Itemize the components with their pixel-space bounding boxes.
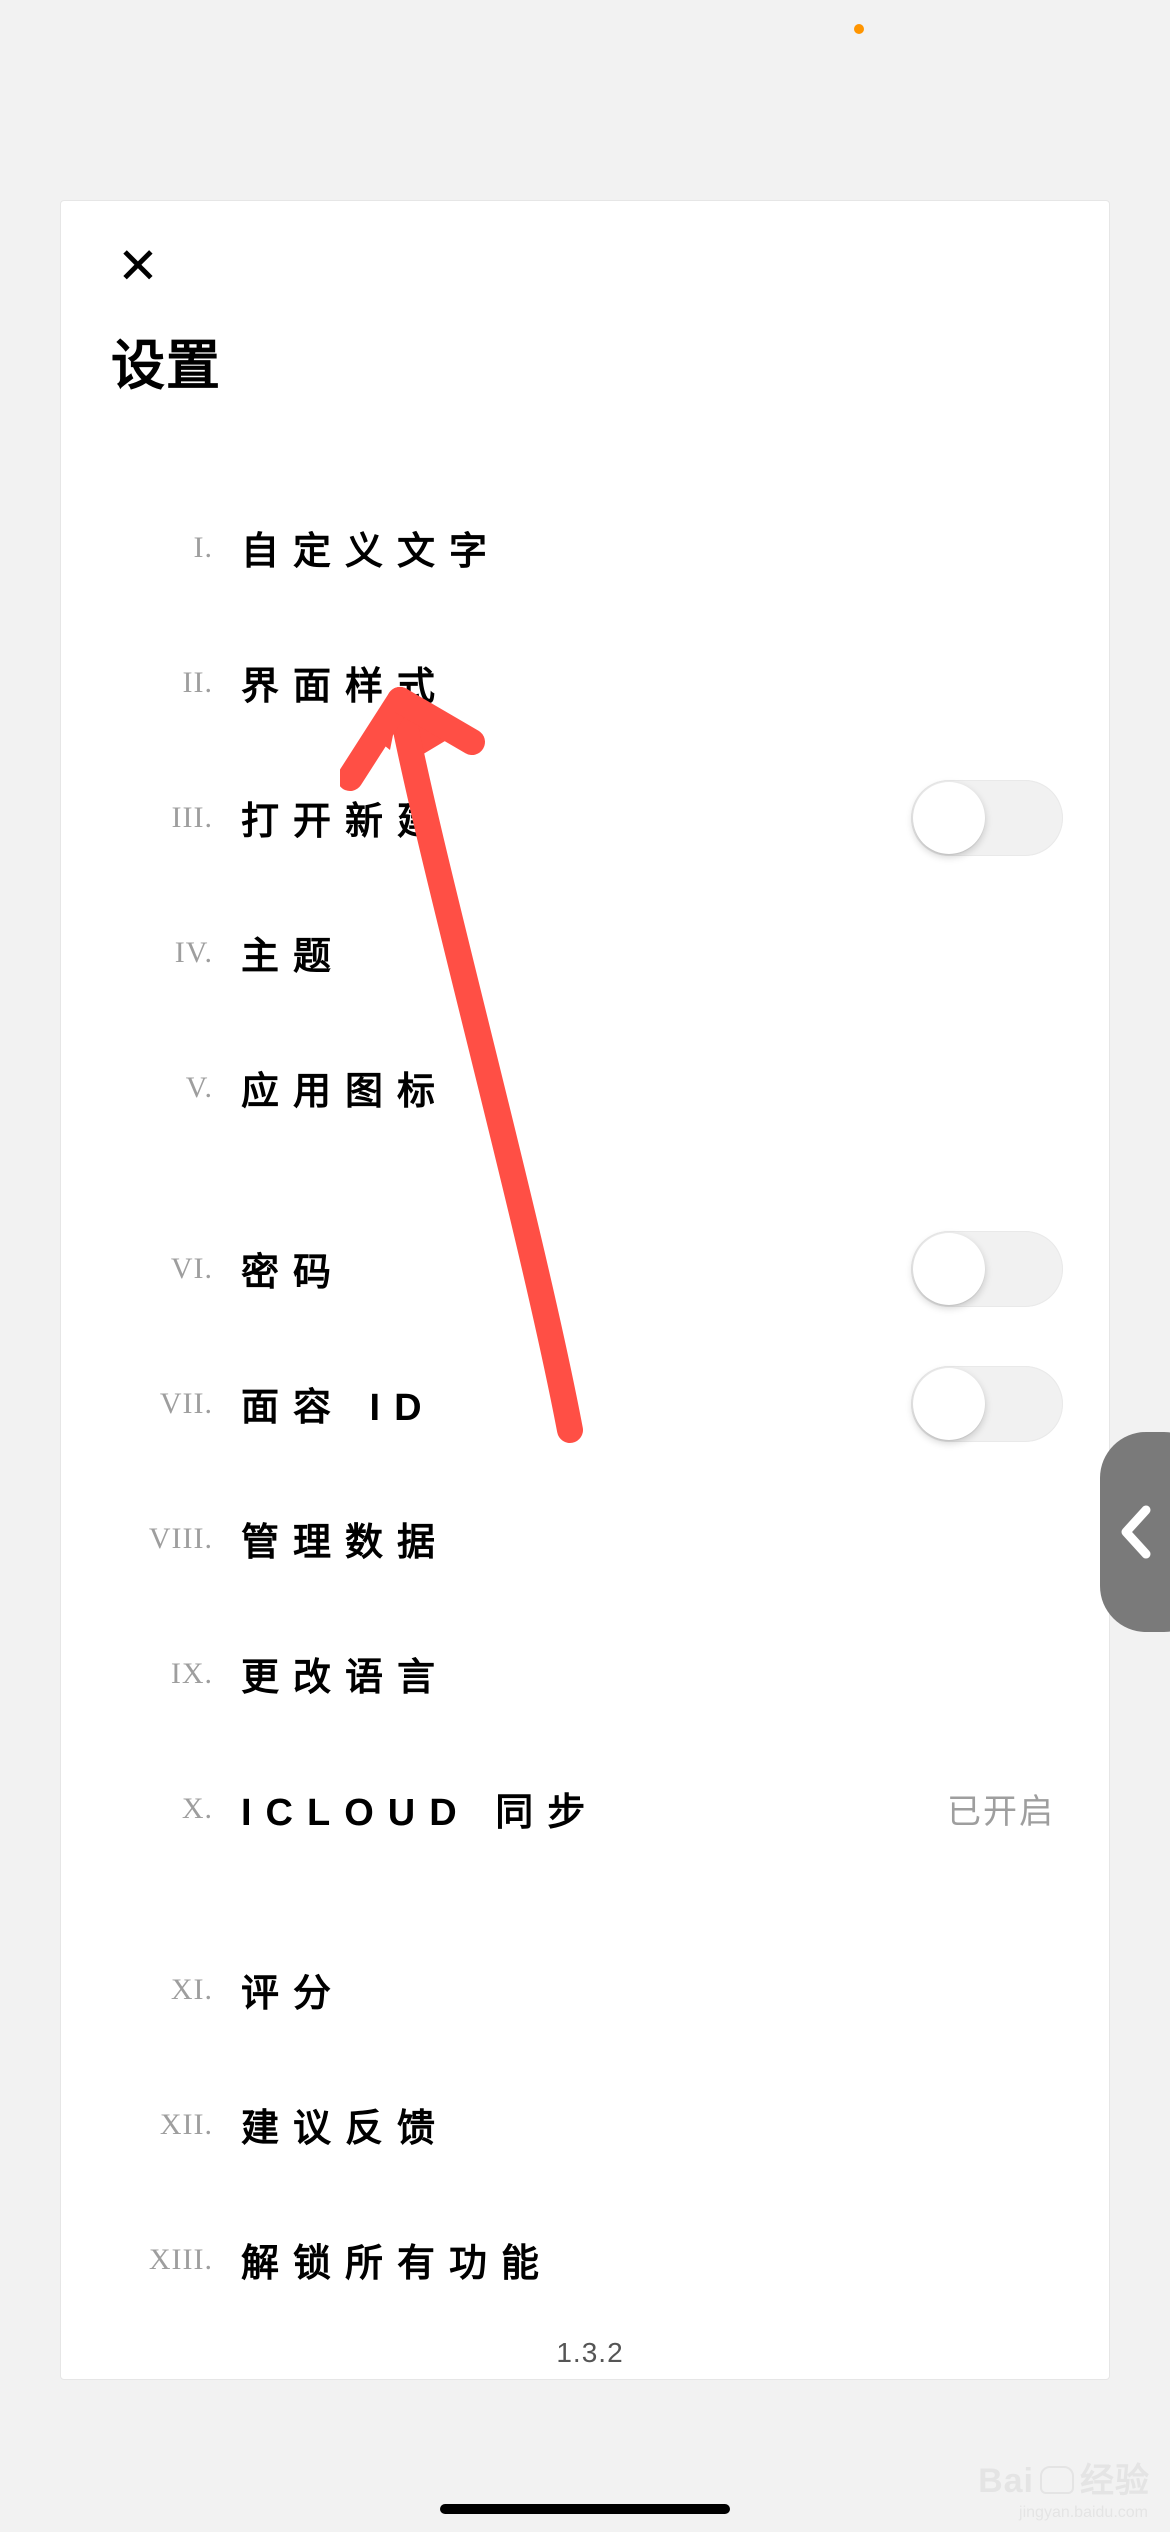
row-roman: II. (111, 666, 241, 700)
group-spacer (111, 1155, 1069, 1201)
row-roman: X. (111, 1792, 241, 1826)
home-indicator[interactable] (440, 2504, 730, 2514)
row-roman: I. (111, 531, 241, 565)
row-label: 自定义文字 (241, 520, 1069, 575)
watermark: Bai 经验 (978, 2453, 1150, 2502)
row-label: 面容 ID (241, 1376, 911, 1431)
settings-row[interactable]: IV.主题 (111, 885, 1069, 1020)
settings-row[interactable]: II.界面样式 (111, 615, 1069, 750)
settings-row: VII.面容 ID (111, 1336, 1069, 1471)
row-label: 打开新建 (241, 790, 911, 845)
watermark-brand-right: 经验 (1080, 2453, 1150, 2502)
row-roman: VIII. (111, 1522, 241, 1556)
row-label: 界面样式 (241, 655, 1069, 710)
row-roman: XIII. (111, 2243, 241, 2277)
page-title: 设置 (111, 321, 1069, 400)
settings-modal: ✕ 设置 I.自定义文字II.界面样式III.打开新建IV.主题V.应用图标VI… (60, 200, 1110, 2380)
row-roman: III. (111, 801, 241, 835)
status-recording-dot (854, 24, 864, 34)
close-icon: ✕ (117, 238, 159, 294)
row-label: 密码 (241, 1241, 911, 1296)
row-roman: VII. (111, 1387, 241, 1421)
toggle-knob (913, 782, 985, 854)
toggle-knob (913, 1368, 985, 1440)
version-text: 1.3.2 (111, 2337, 1069, 2369)
settings-row[interactable]: I.自定义文字 (111, 480, 1069, 615)
side-drawer-handle[interactable] (1100, 1432, 1170, 1632)
row-label: 管理数据 (241, 1511, 1069, 1566)
toggle-switch[interactable] (911, 780, 1063, 856)
row-roman: IV. (111, 936, 241, 970)
settings-row[interactable]: XIII.解锁所有功能 (111, 2192, 1069, 2327)
row-label: 建议反馈 (241, 2097, 1069, 2152)
chevron-left-icon (1118, 1504, 1154, 1560)
settings-row[interactable]: X.ICLOUD 同步已开启 (111, 1741, 1069, 1876)
settings-row[interactable]: XII.建议反馈 (111, 2057, 1069, 2192)
row-label: 解锁所有功能 (241, 2232, 1069, 2287)
settings-row: III.打开新建 (111, 750, 1069, 885)
settings-row: VI.密码 (111, 1201, 1069, 1336)
row-roman: VI. (111, 1252, 241, 1286)
paw-icon (1040, 2466, 1074, 2494)
watermark-sub: jingyan.baidu.com (1019, 2504, 1148, 2522)
toggle-switch[interactable] (911, 1366, 1063, 1442)
settings-row[interactable]: V.应用图标 (111, 1020, 1069, 1155)
row-label: 更改语言 (241, 1646, 1069, 1701)
row-value: 已开启 (947, 1784, 1069, 1833)
row-label: 主题 (241, 925, 1069, 980)
row-roman: V. (111, 1071, 241, 1105)
group-spacer (111, 1876, 1069, 1922)
row-label: 应用图标 (241, 1060, 1069, 1115)
close-button[interactable]: ✕ (117, 241, 1069, 291)
row-roman: IX. (111, 1657, 241, 1691)
row-label: ICLOUD 同步 (241, 1781, 947, 1836)
settings-row[interactable]: IX.更改语言 (111, 1606, 1069, 1741)
toggle-knob (913, 1233, 985, 1305)
row-label: 评分 (241, 1962, 1069, 2017)
row-roman: XI. (111, 1973, 241, 2007)
row-roman: XII. (111, 2108, 241, 2142)
toggle-switch[interactable] (911, 1231, 1063, 1307)
watermark-brand-left: Bai (978, 2462, 1034, 2501)
settings-row[interactable]: VIII.管理数据 (111, 1471, 1069, 1606)
settings-row[interactable]: XI.评分 (111, 1922, 1069, 2057)
settings-list: I.自定义文字II.界面样式III.打开新建IV.主题V.应用图标VI.密码VI… (111, 480, 1069, 2327)
